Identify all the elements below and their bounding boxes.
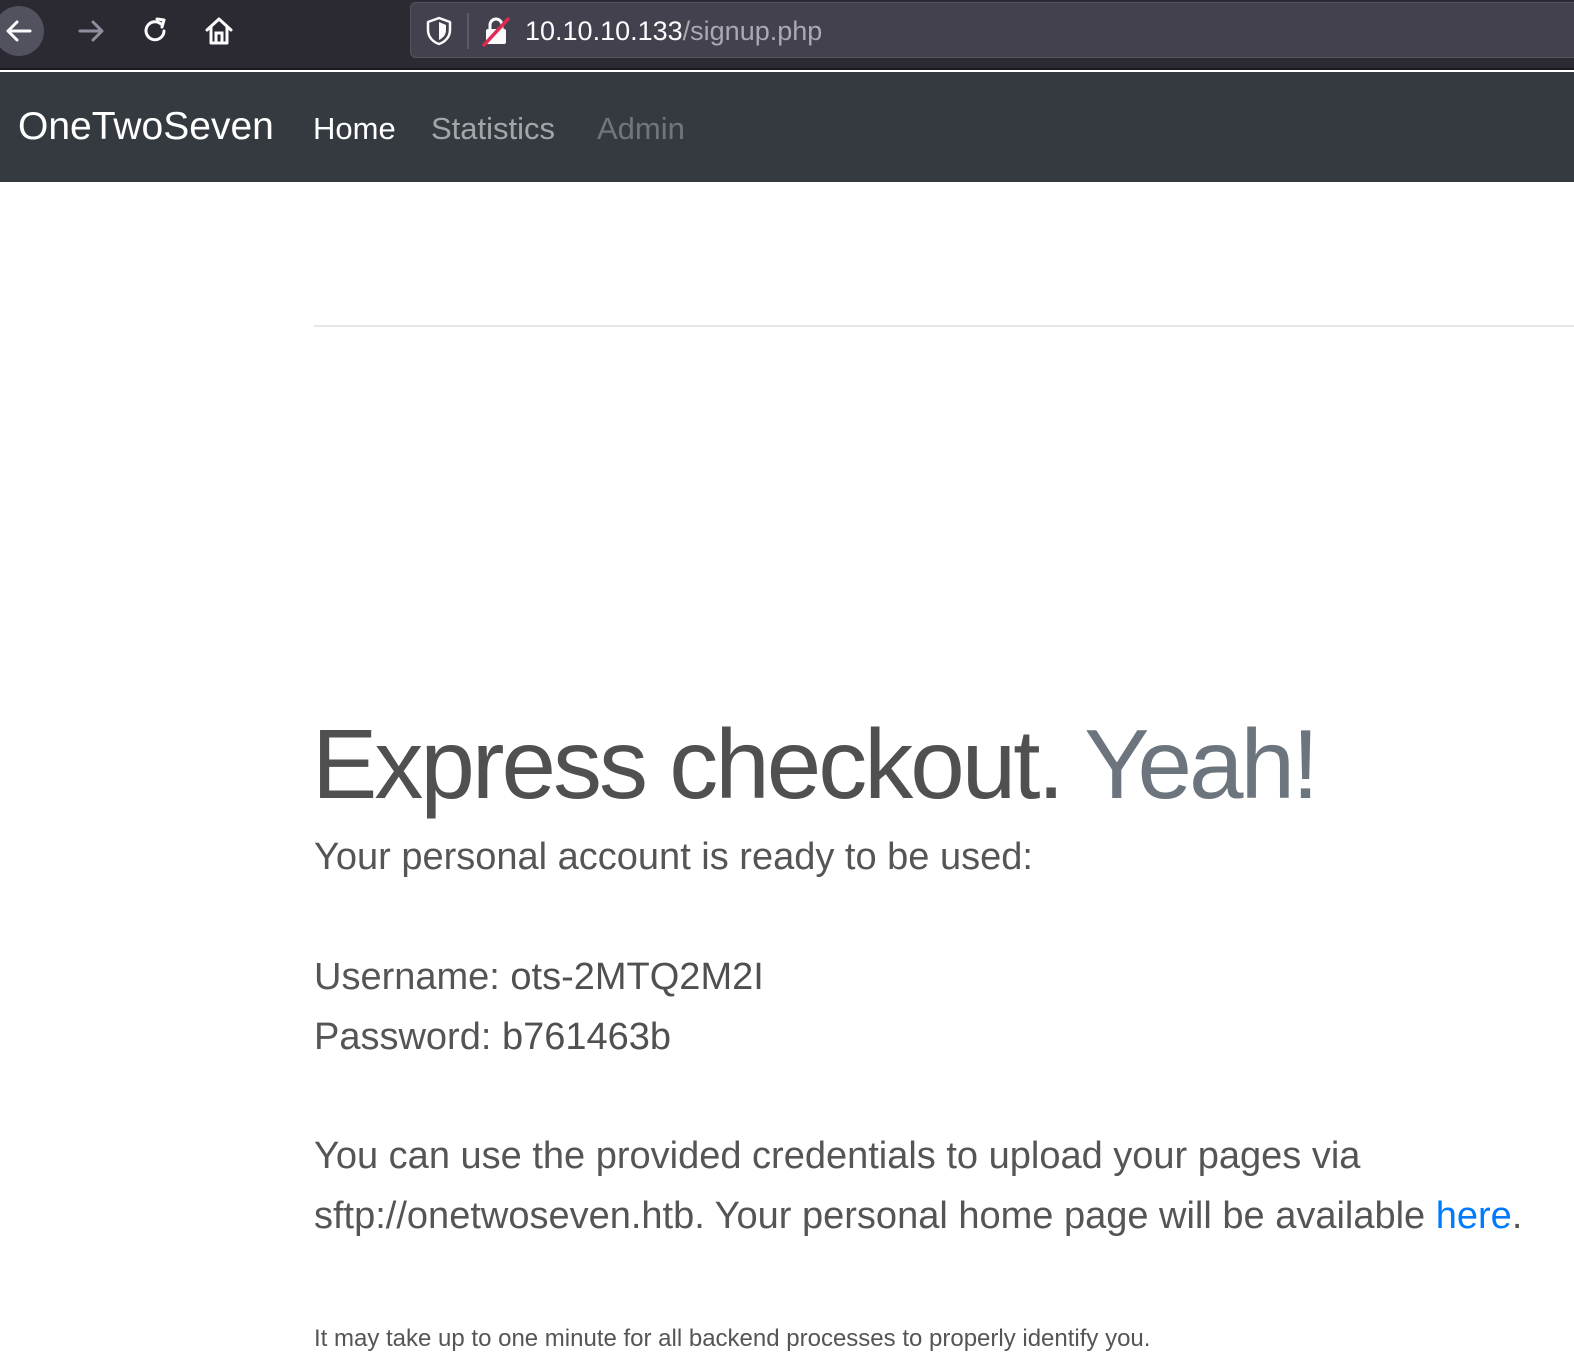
info-text-line-1: You can use the provided credentials to … — [314, 1135, 1361, 1177]
backend-note: It may take up to one minute for all bac… — [314, 1325, 1151, 1352]
password-value: b761463b — [501, 1016, 672, 1058]
password-label: Password: — [314, 1016, 492, 1058]
site-navbar: OneTwoSeven Home Statistics Admin — [0, 72, 1574, 182]
password-line: Password: b761463b — [314, 1014, 671, 1060]
info-text-prefix: sftp://onetwoseven.htb. Your personal ho… — [314, 1195, 1426, 1237]
horizontal-rule — [314, 325, 1574, 327]
home-page-link[interactable]: here — [1436, 1195, 1512, 1237]
home-icon — [205, 17, 233, 45]
page-headline: Express checkout. Yeah! — [312, 708, 1319, 820]
account-ready-text: Your personal account is ready to be use… — [314, 836, 1033, 878]
url-text[interactable]: 10.10.10.133/signup.php — [525, 15, 822, 47]
url-divider — [467, 13, 469, 49]
navbar-brand[interactable]: OneTwoSeven — [18, 104, 274, 150]
info-text-suffix: . — [1511, 1195, 1523, 1237]
reload-button[interactable] — [130, 6, 180, 56]
username-line: Username: ots-2MTQ2M2I — [314, 954, 764, 1000]
headline-primary: Express checkout. — [312, 709, 1065, 819]
url-host: 10.10.10.133 — [525, 16, 683, 46]
username-value: ots-2MTQ2M2I — [510, 956, 764, 998]
info-text-line-2: sftp://onetwoseven.htb. Your personal ho… — [314, 1193, 1522, 1239]
back-button[interactable] — [0, 6, 44, 56]
url-path: /signup.php — [682, 16, 823, 46]
reload-icon — [144, 17, 166, 42]
nav-link-statistics[interactable]: Statistics — [431, 110, 555, 148]
nav-link-admin[interactable]: Admin — [597, 110, 685, 148]
shield-icon[interactable] — [425, 15, 453, 47]
forward-button[interactable] — [66, 6, 116, 56]
nav-link-home[interactable]: Home — [313, 110, 396, 148]
home-button[interactable] — [194, 6, 244, 56]
browser-toolbar: 10.10.10.133/signup.php — [0, 0, 1574, 70]
insecure-lock-icon[interactable] — [481, 15, 511, 47]
arrow-left-icon — [6, 20, 32, 42]
url-bar[interactable]: 10.10.10.133/signup.php — [410, 2, 1574, 58]
username-label: Username: — [314, 956, 500, 998]
headline-secondary: Yeah! — [1084, 709, 1319, 819]
arrow-right-icon — [78, 20, 104, 42]
